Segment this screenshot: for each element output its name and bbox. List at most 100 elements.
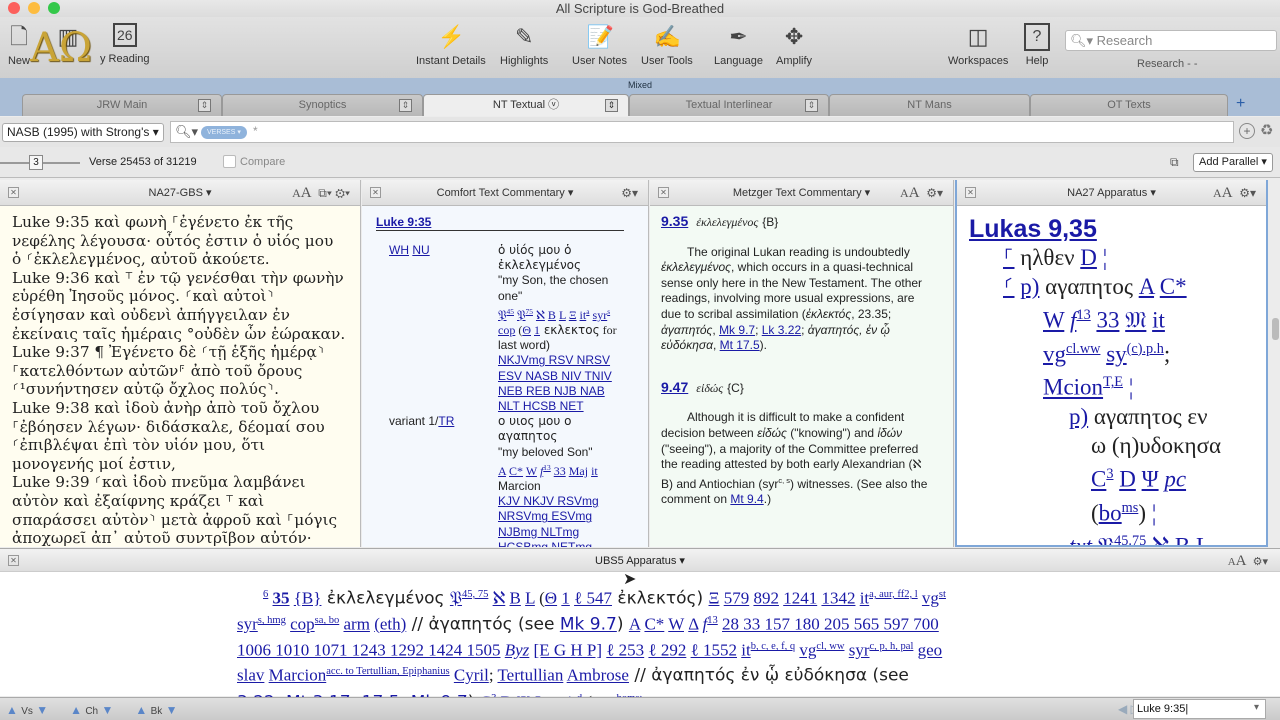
witness-link[interactable]: Ambrose [567, 666, 629, 685]
previous-ch-button[interactable]: ▲ [70, 703, 85, 717]
pane-title-menu[interactable]: Comfort Text Commentary ▾ [437, 187, 574, 199]
witness-link[interactable]: syr [849, 641, 870, 660]
split-view-icon[interactable]: ⇕ [605, 99, 618, 112]
witness-link[interactable]: 579 [724, 589, 750, 608]
witness-link[interactable]: st [939, 589, 946, 600]
witness-link[interactable]: Θ [522, 323, 531, 337]
new-button[interactable]: 🗋 New [6, 23, 32, 67]
witness-link[interactable]: 33 [1096, 308, 1119, 333]
pane-title-menu[interactable]: Metzger Text Commentary ▾ [733, 187, 870, 199]
pane-title-menu[interactable]: NA27 Apparatus ▾ [1067, 187, 1156, 199]
amplify-button[interactable]: ✥ Amplify [776, 23, 812, 67]
recycle-icon[interactable]: ♻ [1260, 121, 1273, 139]
witness-link[interactable]: 45 [507, 307, 514, 316]
witness-link[interactable]: a, aur, ff2, l [869, 589, 918, 600]
research-search-input[interactable]: 🔍︎▾ Research [1065, 30, 1277, 51]
witness-link[interactable]: NLT HCSB NET [498, 399, 584, 413]
witness-link[interactable]: ms [1122, 500, 1139, 516]
minimize-window-button[interactable] [28, 2, 40, 14]
witness-link[interactable]: NEB REB NJB NAB [498, 384, 605, 398]
witness-link[interactable]: 33 [554, 464, 566, 478]
witness-link[interactable]: D [1080, 245, 1097, 270]
witness-link[interactable]: ESV NASB NIV TNIV [498, 369, 612, 383]
reference-input[interactable]: Luke 9:35| [1133, 699, 1266, 719]
witness-link[interactable]: b, c, e, f, q [751, 641, 795, 652]
witness-link[interactable]: 1241 [783, 589, 817, 608]
search-scope-token[interactable]: VERSES ▾ [201, 126, 247, 139]
help-button[interactable]: ? Help [1024, 23, 1050, 67]
witness-link[interactable]: A [629, 615, 640, 634]
close-pane-icon[interactable]: ✕ [658, 187, 669, 198]
previous-vs-button[interactable]: ▲ [6, 703, 21, 717]
witness-link[interactable]: vg [922, 589, 939, 608]
close-window-button[interactable] [8, 2, 20, 14]
witness-link[interactable]: cop [290, 615, 315, 634]
witness-link[interactable]: it [741, 641, 750, 660]
user-notes-button[interactable]: 📝 User Notes [572, 23, 627, 67]
witness-link[interactable]: L [559, 308, 566, 322]
witness-link[interactable]: B [548, 308, 556, 322]
witness-link[interactable]: NRSVmg ESVmg [498, 509, 592, 523]
witness-link[interactable]: bo [1099, 500, 1122, 525]
witness-link[interactable]: cop [498, 323, 515, 337]
witness-link[interactable]: Ψ [1142, 467, 1159, 492]
entry-ref-link[interactable]: 9.47 [661, 379, 688, 395]
close-pane-icon[interactable]: ✕ [965, 187, 976, 198]
witness-link[interactable]: C* [644, 615, 664, 634]
witness-link[interactable]: (c).p.h [1127, 341, 1164, 357]
witness-link[interactable]: ℵ [536, 308, 545, 322]
next-bk-button[interactable]: ▼ [162, 703, 178, 717]
witness-link[interactable]: B [1175, 534, 1190, 545]
witness-link[interactable]: NKJVmg RSV NRSV [498, 353, 610, 367]
witness-link[interactable]: Cyril [454, 666, 489, 685]
witness-link[interactable]: C* [509, 464, 523, 478]
witness-link[interactable]: txt [1069, 534, 1092, 545]
close-pane-icon[interactable]: ✕ [8, 187, 19, 198]
witness-link[interactable]: NJBmg NLTmg [498, 525, 579, 539]
compare-checkbox[interactable] [223, 155, 236, 168]
scrollbar-thumb[interactable] [1272, 318, 1279, 340]
witness-link[interactable]: Δ [688, 615, 698, 634]
pane-tools[interactable]: AA ⧉▾ ⚙▾ [292, 180, 350, 206]
entry-ref-link[interactable]: 9.35 [661, 213, 688, 229]
close-pane-icon[interactable]: ✕ [370, 187, 381, 198]
witness-link[interactable]: WH [389, 243, 409, 257]
witness-link[interactable]: it [591, 464, 598, 478]
witness-link[interactable]: Lk 3.22 [762, 323, 801, 337]
next-vs-button[interactable]: ▼ [33, 703, 48, 717]
witness-link[interactable]: p) [1020, 274, 1039, 299]
reference-dropdown[interactable]: ▾ [1254, 702, 1259, 713]
add-search-button[interactable]: + [1239, 123, 1255, 139]
witness-link[interactable]: pc [1164, 467, 1186, 492]
tab-menu-icon[interactable]: ⓥ [545, 99, 559, 111]
pane-tools[interactable]: AA ⚙▾ [1213, 180, 1256, 206]
witness-link[interactable]: vg [1043, 341, 1066, 366]
witness-link[interactable]: sa, bo [315, 615, 340, 626]
witness-link[interactable]: Θ [545, 589, 557, 608]
witness-link[interactable]: Mt 9.4 [730, 492, 763, 506]
witness-link[interactable]: 35 [273, 589, 290, 608]
comfort-heading-link[interactable]: Luke 9:35 [376, 215, 431, 229]
witness-link[interactable]: p) [1069, 404, 1088, 429]
witness-link[interactable]: Ξ [569, 308, 577, 322]
witness-link[interactable]: Marcion [269, 666, 327, 685]
tab-ot-texts[interactable]: OT Texts [1030, 94, 1228, 116]
witness-link[interactable]: it [860, 589, 869, 608]
witness-link[interactable]: c, p, h, pal [870, 641, 914, 652]
pane-tools[interactable]: AA ⚙▾ [1228, 549, 1268, 574]
tab-nt-mans[interactable]: NT Mans [829, 94, 1030, 116]
witness-link[interactable]: Mk 9.7 [719, 323, 755, 337]
tab-jrw-main[interactable]: JRW Main ⇕ [22, 94, 222, 116]
gear-icon[interactable]: ⚙▾ [621, 180, 638, 206]
split-view-icon[interactable]: ⇕ [399, 99, 412, 112]
workspaces-button[interactable]: ◫ Workspaces [948, 23, 1008, 67]
witness-link[interactable]: cl.ww [1066, 341, 1100, 357]
witness-link[interactable]: 𝔓 [498, 308, 507, 322]
add-parallel-button[interactable]: Add Parallel ▾ [1193, 153, 1273, 172]
witness-link[interactable]: 13 [543, 463, 550, 472]
slider-handle[interactable]: 3 [29, 155, 43, 170]
witness-link[interactable]: KJV NKJV RSVmg [498, 494, 599, 508]
witness-link[interactable]: A [498, 464, 506, 478]
witness-link[interactable]: ℓ 253 [606, 641, 644, 660]
split-view-icon[interactable]: ⇕ [198, 99, 211, 112]
